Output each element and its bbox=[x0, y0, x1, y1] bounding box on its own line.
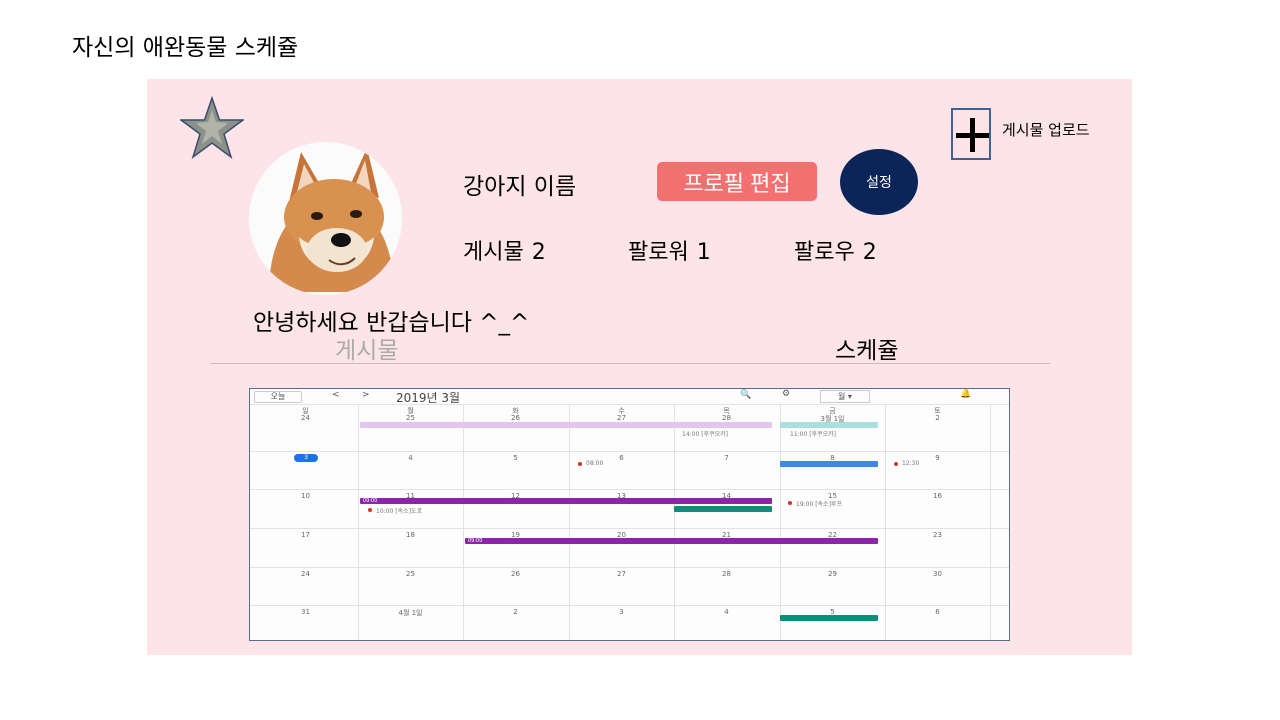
day-cell[interactable]: 27 bbox=[569, 570, 674, 578]
day-cell[interactable]: 27 bbox=[569, 414, 674, 422]
calendar-event-text[interactable]: 12:30 bbox=[902, 460, 919, 467]
avatar[interactable] bbox=[249, 142, 402, 295]
day-cell[interactable]: 4 bbox=[358, 454, 463, 462]
day-cell[interactable]: 3 bbox=[569, 608, 674, 616]
calendar-today-button[interactable]: 오늘 bbox=[254, 391, 302, 403]
tab-schedule[interactable]: 스케쥴 bbox=[835, 331, 898, 365]
stat-followers-label: 팔로워 bbox=[628, 240, 689, 265]
tab-divider bbox=[210, 363, 1050, 364]
day-cell[interactable]: 26 bbox=[463, 414, 568, 422]
edit-profile-button[interactable]: 프로필 편집 bbox=[657, 162, 817, 201]
calendar-event-text[interactable]: 11:00 [후쿠오카] bbox=[790, 429, 836, 438]
grid-line bbox=[250, 528, 1009, 529]
day-cell[interactable]: 9 bbox=[885, 454, 990, 462]
day-cell[interactable]: 2 bbox=[885, 414, 990, 422]
day-cell[interactable]: 7 bbox=[674, 454, 779, 462]
day-cell[interactable]: 28 bbox=[674, 414, 779, 422]
day-cell[interactable]: 25 bbox=[358, 570, 463, 578]
schedule-calendar: 오늘 < > 2019년 3월 🔍 ⚙ 월 ▾ 🔔 일 월 화 수 목 금 토 … bbox=[249, 388, 1010, 641]
calendar-event-text[interactable]: 14:00 [후쿠오카] bbox=[682, 429, 728, 438]
calendar-event[interactable] bbox=[780, 461, 878, 467]
day-cell[interactable]: 17 bbox=[253, 531, 358, 539]
calendar-month: 2019년 3월 bbox=[396, 391, 461, 405]
calendar-event[interactable] bbox=[360, 422, 772, 428]
day-cell[interactable]: 29 bbox=[780, 570, 885, 578]
pet-name: 강아지 이름 bbox=[463, 174, 577, 200]
calendar-event[interactable] bbox=[780, 422, 878, 428]
event-dot bbox=[788, 501, 792, 505]
calendar-view-select[interactable]: 월 ▾ bbox=[820, 390, 870, 403]
day-cell[interactable]: 23 bbox=[885, 531, 990, 539]
day-cell[interactable]: 30 bbox=[885, 570, 990, 578]
stat-following-label: 팔로우 bbox=[794, 240, 855, 265]
calendar-event[interactable] bbox=[674, 506, 772, 512]
day-cell[interactable]: 18 bbox=[358, 531, 463, 539]
day-cell[interactable]: 25 bbox=[358, 414, 463, 422]
stat-followers-value: 1 bbox=[696, 240, 711, 265]
calendar-event[interactable] bbox=[780, 615, 878, 621]
stat-posts[interactable]: 게시물 2 bbox=[463, 234, 546, 266]
day-cell[interactable]: 2 bbox=[463, 608, 568, 616]
stat-followers[interactable]: 팔로워 1 bbox=[628, 234, 711, 266]
search-icon[interactable]: 🔍 bbox=[740, 390, 751, 400]
day-cell[interactable]: 10 bbox=[253, 492, 358, 500]
grid-line bbox=[250, 451, 1009, 452]
grid-line bbox=[250, 489, 1009, 490]
grid-line bbox=[250, 605, 1009, 606]
day-cell[interactable]: 4월 1일 bbox=[358, 608, 463, 618]
calendar-event-text[interactable]: 08:00 bbox=[586, 460, 603, 467]
day-cell[interactable]: 6 bbox=[885, 608, 990, 616]
day-cell[interactable]: 6 bbox=[569, 454, 674, 462]
day-cell[interactable]: 28 bbox=[674, 570, 779, 578]
stat-posts-label: 게시물 bbox=[463, 240, 524, 265]
upload-plus-button[interactable] bbox=[951, 108, 991, 160]
calendar-event[interactable]: 09:00 bbox=[360, 498, 772, 504]
star-icon bbox=[180, 96, 244, 159]
calendar-grid: 일 월 화 수 목 금 토 24 25 26 27 28 3월 1일 2 3 4… bbox=[250, 405, 1009, 640]
settings-button[interactable]: 설정 bbox=[840, 149, 918, 215]
calendar-event[interactable]: 09:00 bbox=[465, 538, 878, 544]
stat-posts-value: 2 bbox=[531, 240, 546, 265]
profile-card: 강아지 이름 프로필 편집 설정 게시물 2 팔로워 1 팔로우 2 안녕하세요 반갑… bbox=[147, 79, 1132, 655]
shiba-dog-image bbox=[249, 142, 402, 295]
gear-icon[interactable]: ⚙ bbox=[782, 389, 790, 399]
day-cell[interactable]: 5 bbox=[463, 454, 568, 462]
calendar-prev-button[interactable]: < bbox=[332, 390, 340, 400]
day-cell[interactable]: 26 bbox=[463, 570, 568, 578]
event-dot bbox=[368, 508, 372, 512]
day-cell[interactable]: 24 bbox=[253, 414, 358, 422]
upload-label: 게시물 업로드 bbox=[1002, 121, 1090, 139]
day-cell[interactable]: 24 bbox=[253, 570, 358, 578]
stat-following-value: 2 bbox=[862, 240, 877, 265]
tab-posts[interactable]: 게시물 bbox=[335, 331, 398, 365]
grid-line bbox=[250, 567, 1009, 568]
slide-title: 자신의 애완동물 스케쥴 bbox=[72, 35, 299, 61]
day-cell[interactable]: 31 bbox=[253, 608, 358, 616]
calendar-event-text[interactable]: 19:00 [속소]루프 bbox=[796, 499, 842, 508]
bell-icon[interactable]: 🔔 bbox=[960, 389, 971, 399]
event-dot bbox=[578, 462, 582, 466]
calendar-toolbar: 오늘 < > 2019년 3월 🔍 ⚙ 월 ▾ 🔔 bbox=[250, 389, 1009, 405]
stat-following[interactable]: 팔로우 2 bbox=[794, 234, 877, 266]
day-cell[interactable]: 16 bbox=[885, 492, 990, 500]
calendar-next-button[interactable]: > bbox=[362, 390, 370, 400]
event-dot bbox=[894, 462, 898, 466]
calendar-event-text[interactable]: 10:00 [속소]도쿄 bbox=[376, 506, 422, 515]
day-cell[interactable]: 4 bbox=[674, 608, 779, 616]
today-marker[interactable]: 3 bbox=[294, 454, 318, 462]
